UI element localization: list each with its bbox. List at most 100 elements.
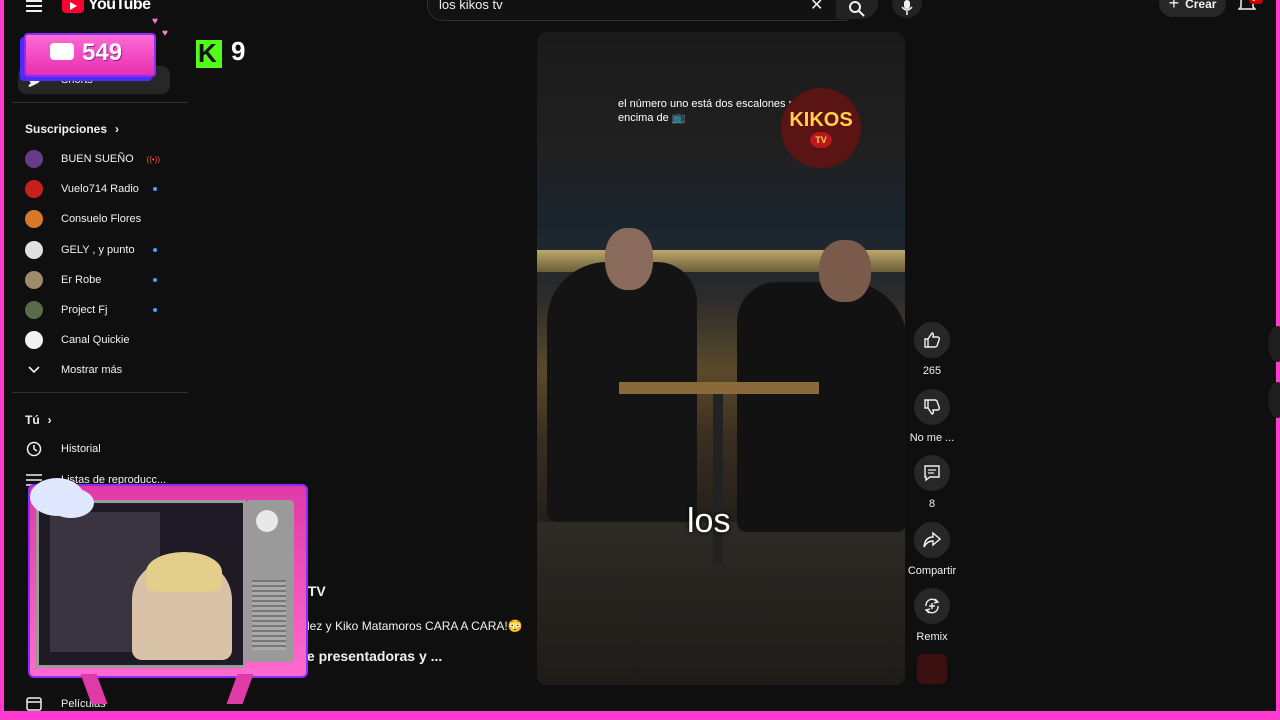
create-button[interactable]: + Crear [1159,0,1226,17]
webcam-person-hair [146,552,222,592]
history-icon [25,440,43,458]
sidebar-subscription-item[interactable]: Project Fj [18,296,170,324]
comment-icon [924,465,940,482]
result-title-fragment[interactable]: le presentadoras y ... [303,648,442,664]
you-heading-label: Tú [25,413,40,427]
sidebar-subscription-item[interactable]: Canal Quickie [18,326,170,354]
comments-count: 8 [928,498,936,510]
youtube-logo[interactable]: YouTube [62,0,151,14]
chevron-right-icon: › [115,122,120,136]
comments-action[interactable]: 8 [906,455,958,510]
shorts-video-player[interactable]: el número uno está dos escalones por enc… [537,32,905,685]
sidebar-item-label: GELY , y punto [61,243,135,256]
thumbs-up-icon [924,332,941,348]
dislike-action[interactable]: No me ... [906,389,958,444]
tv-speaker-grill [252,580,286,650]
channel-avatar [25,180,43,199]
sidebar-subscription-item[interactable]: Er Robe [18,266,170,294]
clear-search-icon[interactable]: ✕ [810,0,823,15]
sidebar-item-label: Historial [61,443,101,455]
sidebar-item-label: BUEN SUEÑO [61,153,134,165]
thumbs-down-icon [924,399,941,415]
sidebar-item-label: Er Robe [61,273,102,286]
search-button[interactable] [836,0,878,19]
kikos-tv-logo: KIKOS TV [781,88,861,168]
menu-icon[interactable] [26,0,42,12]
voice-search-button[interactable] [892,0,922,18]
youtube-play-icon [62,0,84,13]
dislike-button[interactable] [914,389,950,425]
sidebar-item-label: Project Fj [61,304,108,316]
live-indicator-icon: ((•)) [146,154,160,164]
sidebar-item-label: Vuelo714 Radio [61,183,139,196]
chat-bubble-icon [50,43,74,60]
subscriptions-heading[interactable]: Suscripciones › [25,122,119,136]
video-table [619,382,819,394]
new-content-dot [153,187,157,192]
kick-logo-letter: K [198,38,217,68]
channel-avatar [25,210,43,229]
video-subtitle: los [687,502,731,540]
channel-avatar [25,240,43,259]
new-content-dot [153,247,157,252]
kikos-logo-word: KIKOS [789,108,853,131]
new-content-dot [153,277,157,282]
share-action[interactable]: Compartir [906,522,958,577]
sidebar-subscription-item[interactable]: GELY , y punto [18,236,170,264]
sidebar-subscription-item[interactable]: BUEN SUEÑO ((•)) [18,145,170,173]
remix-button[interactable] [914,588,950,624]
new-content-dot [153,308,157,312]
like-action[interactable]: 265 [906,322,958,377]
share-label: Compartir [907,565,957,577]
movies-icon [25,695,43,713]
search-input[interactable]: los kikos tv [439,0,503,12]
remix-icon [924,598,940,614]
chat-counter-value: 549 [82,39,123,66]
next-short-button[interactable] [1268,382,1280,418]
sidebar-subscription-item[interactable]: Consuelo Flores [18,205,170,233]
stream-frame-bottom [0,711,1280,720]
channel-avatar [25,331,43,350]
tv-emoji-icon: 📺 [671,112,686,124]
video-person-left-head [605,228,653,290]
logo-text: YouTube [88,0,151,13]
sidebar-item-history[interactable]: Historial [18,435,170,463]
remix-action[interactable]: Remix [906,588,958,643]
microphone-icon [901,0,913,15]
chevron-right-icon: › [47,413,52,427]
comments-button[interactable] [914,455,950,491]
channel-avatar [25,270,43,289]
result-title-fragment[interactable]: dez y Kiko Matamoros CARA A CARA!😳 [303,619,523,633]
you-heading[interactable]: Tú › [25,413,52,427]
sidebar-divider [12,392,188,393]
tv-dial-icon [256,510,278,532]
share-button[interactable] [914,522,950,558]
sidebar-divider [12,102,188,103]
plus-icon: + [1168,0,1180,13]
channel-avatar [25,150,43,168]
show-more-label: Mostrar más [61,364,123,376]
chat-counter-widget: 549 [24,33,156,77]
tv-leg-right [226,674,254,704]
dislike-label: No me ... [909,432,955,444]
share-icon [923,531,941,548]
chevron-down-icon [25,361,43,379]
previous-short-button[interactable] [1268,326,1280,362]
search-icon [849,1,865,17]
show-more-button[interactable]: Mostrar más [18,356,170,384]
kikos-logo-sub: TV [810,131,832,148]
sidebar-item-label: Consuelo Flores [61,213,142,226]
create-label: Crear [1185,0,1217,11]
sound-thumbnail[interactable] [917,654,947,684]
channel-avatar [25,301,43,319]
like-button[interactable] [914,322,950,358]
sidebar-subscription-item[interactable]: Vuelo714 Radio [18,175,170,203]
heart-icon: ♥ [162,28,168,39]
remix-label: Remix [916,631,948,643]
like-count: 265 [922,365,942,377]
sidebar-item-label: Canal Quickie [61,334,130,347]
heart-icon: ♥ [152,16,158,27]
subscriptions-heading-label: Suscripciones [25,122,108,136]
kick-viewer-count: 9 [231,36,246,66]
video-person-right-head [819,240,871,302]
